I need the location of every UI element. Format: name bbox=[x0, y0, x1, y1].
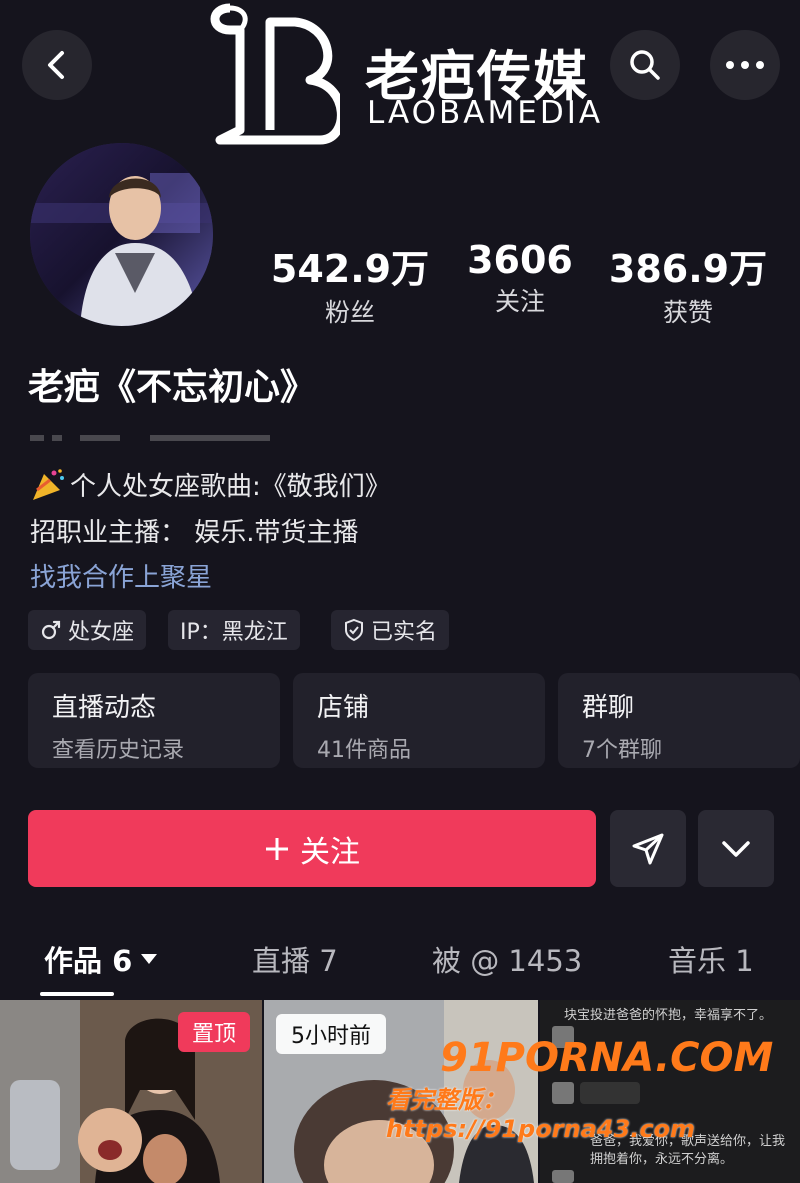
tab-live[interactable]: 直播 7 bbox=[252, 938, 338, 980]
stat-value: 3606 bbox=[467, 238, 573, 282]
watermark-url: 看完整版：https://91porna43.com bbox=[386, 1086, 696, 1143]
pinned-badge: 置顶 bbox=[178, 1012, 250, 1052]
stat-value: 386.9万 bbox=[608, 247, 768, 291]
chat-text-top: 块宝投进爸爸的怀抱，幸福享不了。 bbox=[564, 1008, 773, 1023]
avatar[interactable] bbox=[30, 143, 213, 326]
stat-value: 542.9万 bbox=[270, 247, 430, 291]
expand-button[interactable] bbox=[698, 810, 774, 887]
watermark-site: 91PORNA.COM bbox=[440, 1035, 774, 1081]
tag-label: IP：黑龙江 bbox=[180, 620, 288, 645]
lb-logo-mark bbox=[210, 3, 340, 145]
stat-label: 关注 bbox=[494, 287, 545, 316]
tab-mentions[interactable]: 被 @ 1453 bbox=[432, 938, 582, 980]
card-title: 直播动态 bbox=[52, 693, 157, 723]
caret-down-icon bbox=[141, 954, 158, 964]
party-popper-icon bbox=[33, 468, 64, 500]
bio-line-2: 招职业主播： 娱乐.带货主播 bbox=[30, 518, 359, 548]
card-title: 店铺 bbox=[317, 693, 370, 723]
search-button[interactable] bbox=[610, 30, 680, 100]
chat-text-bottom-2: 拥抱着你，永远不分离。 bbox=[590, 1152, 734, 1167]
tag-verified[interactable]: 已实名 bbox=[331, 610, 450, 650]
stat-followers[interactable]: 542.9万 粉丝 bbox=[270, 238, 430, 329]
follow-button[interactable]: 关注 bbox=[28, 810, 596, 887]
search-icon bbox=[630, 50, 660, 80]
more-button[interactable] bbox=[710, 30, 780, 100]
tab-works[interactable]: 作品 6 bbox=[44, 938, 158, 980]
bio-text-1: 个人处女座歌曲:《敬我们》 bbox=[70, 472, 391, 502]
tag-zodiac[interactable]: 处女座 bbox=[28, 610, 147, 650]
stat-following[interactable]: 3606 关注 bbox=[445, 238, 595, 318]
stat-label: 粉丝 bbox=[324, 298, 375, 327]
chevron-down-icon bbox=[722, 840, 750, 857]
plus-icon bbox=[266, 837, 288, 860]
card-shop[interactable]: 店铺 41件商品 bbox=[293, 673, 545, 768]
stat-likes[interactable]: 386.9万 获赞 bbox=[608, 238, 768, 329]
brand-logo: 老疤传媒 LAOBAMEDIA bbox=[200, 0, 600, 150]
card-subtitle: 查看历史记录 bbox=[52, 738, 185, 763]
active-tab-indicator bbox=[40, 992, 114, 996]
tab-music[interactable]: 音乐 1 bbox=[668, 938, 754, 980]
send-icon bbox=[632, 833, 664, 864]
card-subtitle: 7个群聊 bbox=[582, 738, 662, 763]
male-icon bbox=[41, 620, 61, 640]
chevron-left-icon bbox=[48, 51, 64, 79]
profile-name: 老疤《不忘初心》 bbox=[28, 367, 317, 408]
card-live-history[interactable]: 直播动态 查看历史记录 bbox=[28, 673, 280, 768]
more-horizontal-icon bbox=[726, 61, 764, 69]
card-group-chat[interactable]: 群聊 7个群聊 bbox=[558, 673, 800, 768]
stat-label: 获赞 bbox=[662, 298, 713, 327]
tab-label: 作品 6 bbox=[44, 944, 133, 978]
tag-label: 已实名 bbox=[371, 620, 438, 645]
cooperation-link[interactable]: 找我合作上聚星 bbox=[30, 557, 212, 594]
follow-label: 关注 bbox=[300, 834, 360, 870]
tag-ip[interactable]: IP：黑龙江 bbox=[168, 610, 300, 650]
avatar-image bbox=[30, 143, 213, 326]
tag-label: 处女座 bbox=[68, 620, 135, 645]
time-badge: 5小时前 bbox=[276, 1014, 386, 1054]
back-button[interactable] bbox=[22, 30, 92, 100]
shield-check-icon bbox=[345, 618, 363, 642]
card-title: 群聊 bbox=[582, 693, 635, 723]
bio-line-1: 个人处女座歌曲:《敬我们》 bbox=[30, 466, 391, 503]
chat-avatar bbox=[552, 1170, 574, 1183]
logo-english-text: LAOBAMEDIA bbox=[367, 95, 604, 131]
cropped-text-line bbox=[30, 428, 270, 441]
card-subtitle: 41件商品 bbox=[317, 738, 411, 763]
share-button[interactable] bbox=[610, 810, 686, 887]
